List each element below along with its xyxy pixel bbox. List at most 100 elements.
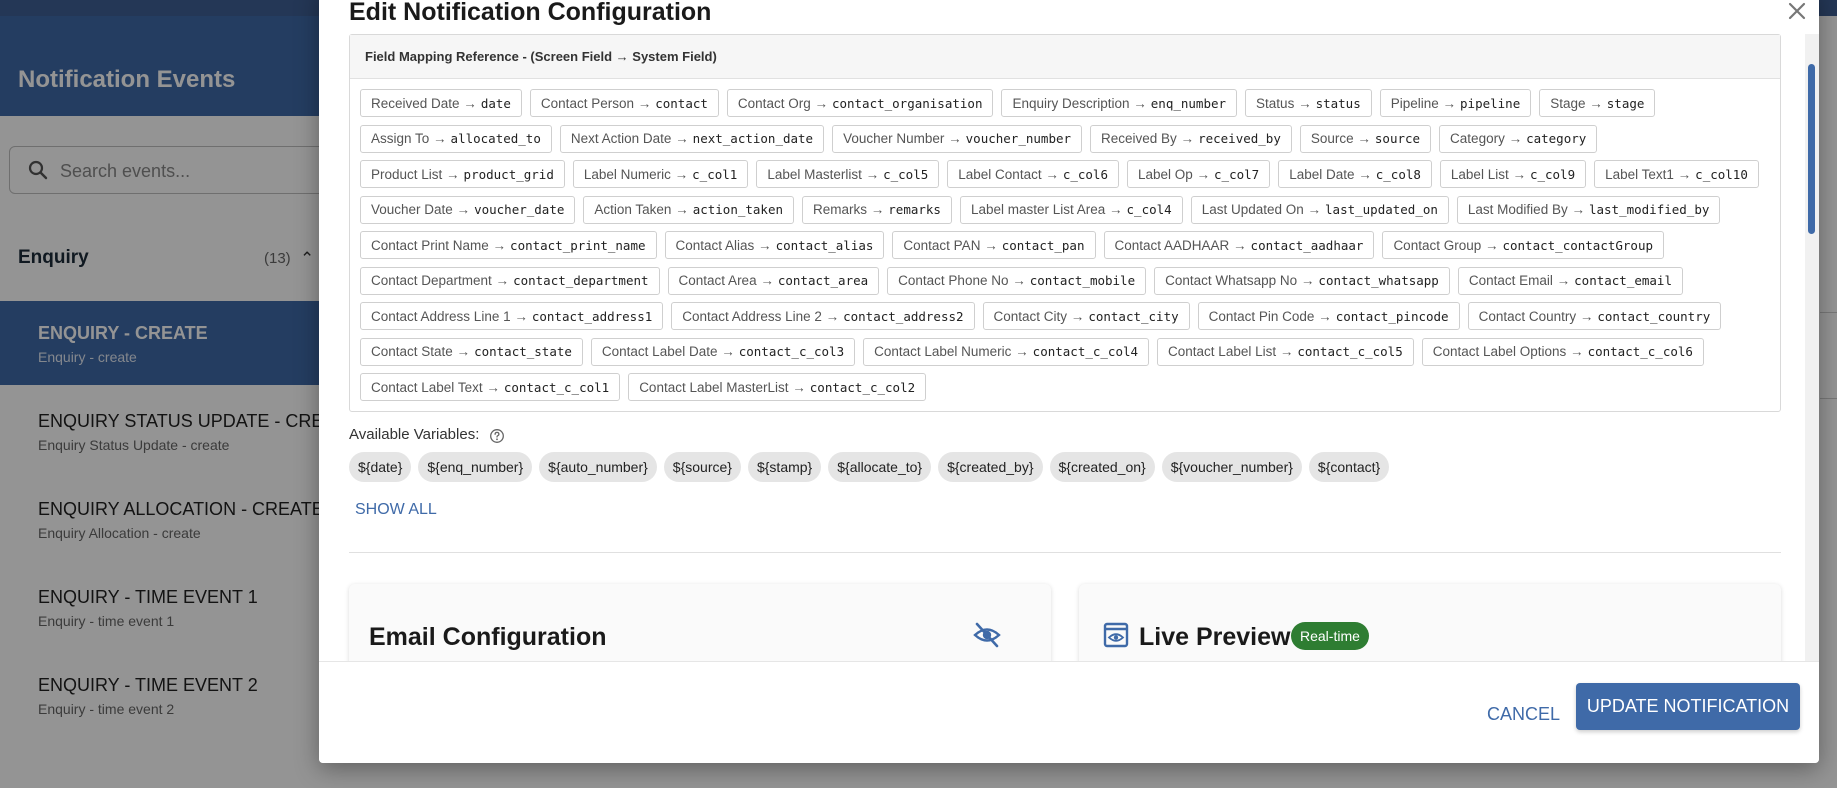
field-mapping-chip: Next Action Date → next_action_date xyxy=(559,124,825,153)
system-field-label: contact_whatsapp xyxy=(1318,273,1439,288)
system-field-label: contact_c_col5 xyxy=(1297,344,1403,359)
show-all-button[interactable]: SHOW ALL xyxy=(355,501,437,519)
field-mapping-chip: Label Masterlist → c_col5 xyxy=(756,160,940,188)
system-field-label: contact_email xyxy=(1574,273,1672,288)
variable-chip[interactable]: ${contact} xyxy=(1308,452,1390,482)
field-mapping-chip: Voucher Date → voucher_date xyxy=(360,195,576,224)
modal-footer: CANCEL UPDATE NOTIFICATION xyxy=(319,661,1819,763)
field-mapping-chip: Stage → stage xyxy=(1539,89,1656,117)
system-field-label: last_modified_by xyxy=(1588,202,1710,217)
field-mapping-chip: Last Modified By → last_modified_by xyxy=(1456,195,1721,224)
available-variables-label: Available Variables: xyxy=(349,426,480,443)
field-mapping-chip: Contact Label Date → contact_c_col3 xyxy=(590,337,856,366)
field-mapping-chip: Remarks → remarks xyxy=(802,195,952,224)
variable-chip[interactable]: ${created_on} xyxy=(1049,452,1155,482)
system-field-label: contact_c_col3 xyxy=(738,344,845,359)
screen-field-label: Label Numeric → xyxy=(583,166,689,182)
field-mapping-chip: Contact Print Name → contact_print_name xyxy=(360,231,657,259)
variable-chip[interactable]: ${date} xyxy=(349,452,412,482)
field-mapping-chip: Pipeline → pipeline xyxy=(1379,89,1532,117)
screen-field-label: Contact Address Line 2 → xyxy=(682,308,840,324)
field-mapping-chip: Assign To → allocated_to xyxy=(360,124,552,153)
screen-field-label: Last Modified By → xyxy=(1467,202,1585,217)
screen-field-label: Voucher Number → xyxy=(843,131,962,146)
system-field-label: contact_pincode xyxy=(1335,308,1449,324)
live-preview-card: Live Preview Real-time xyxy=(1079,584,1781,661)
variable-chip[interactable]: ${allocate_to} xyxy=(828,452,932,482)
field-mapping-chip: Contact State → contact_state xyxy=(360,337,583,366)
field-mapping-chip: Label Text1 → c_col10 xyxy=(1594,160,1759,188)
screen-field-label: Enquiry Description → xyxy=(1012,95,1147,111)
update-notification-button[interactable]: UPDATE NOTIFICATION xyxy=(1576,683,1800,730)
field-mapping-chip: Contact Email → contact_email xyxy=(1457,266,1683,295)
screen-field-label: Contact Department → xyxy=(371,273,510,288)
field-mapping-chip: Label Contact → c_col6 xyxy=(947,160,1119,188)
field-mapping-chip: Contact Pin Code → contact_pincode xyxy=(1197,302,1460,330)
modal-title: Edit Notification Configuration xyxy=(349,0,712,26)
variable-chip[interactable]: ${source} xyxy=(663,452,741,482)
system-field-label: category xyxy=(1526,131,1587,146)
system-field-label: contact_address2 xyxy=(843,308,964,324)
email-configuration-title: Email Configuration xyxy=(369,623,607,651)
screen-field-label: Contact Label Options → xyxy=(1432,344,1584,359)
variable-chip[interactable]: ${voucher_number} xyxy=(1161,452,1302,482)
system-field-label: contact_aadhaar xyxy=(1250,237,1364,253)
screen-field-label: Action Taken → xyxy=(594,202,689,217)
cancel-button[interactable]: CANCEL xyxy=(1479,696,1568,732)
variable-chip[interactable]: ${created_by} xyxy=(938,452,1043,482)
system-field-label: stage xyxy=(1606,95,1645,111)
eye-off-icon[interactable] xyxy=(972,620,1002,650)
system-field-label: voucher_number xyxy=(965,131,1072,146)
screen-field-label: Next Action Date → xyxy=(570,131,689,146)
field-mapping-chip: Contact Area → contact_area xyxy=(667,266,880,295)
variable-chip[interactable]: ${stamp} xyxy=(747,452,822,482)
system-field-label: contact_state xyxy=(474,344,572,359)
screen-field-label: Contact Person → xyxy=(540,95,652,111)
help-circle-icon[interactable] xyxy=(489,428,505,444)
system-field-label: c_col1 xyxy=(692,166,738,182)
system-field-label: c_col8 xyxy=(1375,166,1421,182)
screen-field-label: Contact Label Date → xyxy=(601,344,735,359)
field-mapping-chip: Contact Address Line 1 → contact_address1 xyxy=(360,302,664,330)
screen-field-label: Label List → xyxy=(1450,166,1526,182)
screen-field-label: Assign To → xyxy=(371,131,447,146)
variable-chip[interactable]: ${enq_number} xyxy=(418,452,533,482)
variable-chip[interactable]: ${auto_number} xyxy=(539,452,657,482)
modal-content: Field Mapping Reference - (Screen Field … xyxy=(319,34,1819,661)
close-icon[interactable] xyxy=(1782,0,1812,26)
field-mapping-chip: Contact PAN → contact_pan xyxy=(892,231,1096,259)
field-mapping-chip: Last Updated On → last_updated_on xyxy=(1190,195,1449,224)
field-mapping-chip: Contact Whatsapp No → contact_whatsapp xyxy=(1154,266,1450,295)
screen-field-label: Voucher Date → xyxy=(371,202,471,217)
screen-field-label: Received By → xyxy=(1101,131,1195,146)
field-mapping-list: Received Date → date Contact Person → conta… xyxy=(350,79,1780,409)
screen-field-label: Contact Address Line 1 → xyxy=(371,308,528,324)
screen-field-label: Contact Country → xyxy=(1478,308,1594,324)
field-mapping-chip: Contact Label Numeric → contact_c_col4 xyxy=(863,337,1150,366)
system-field-label: date xyxy=(480,95,511,111)
system-field-label: voucher_date xyxy=(474,202,565,217)
system-field-label: remarks xyxy=(888,202,941,217)
screen-field-label: Remarks → xyxy=(813,202,885,217)
email-configuration-card: Email Configuration xyxy=(349,584,1051,661)
field-mapping-chip: Label List → c_col9 xyxy=(1439,160,1587,188)
system-field-label: c_col7 xyxy=(1214,166,1260,182)
field-mapping-title: Field Mapping Reference - (Screen Field … xyxy=(350,35,1780,79)
screen-field-label: Stage → xyxy=(1550,95,1603,111)
screen-field-label: Contact Label Numeric → xyxy=(874,344,1029,359)
field-mapping-chip: Contact Phone No → contact_mobile xyxy=(887,266,1147,295)
system-field-label: contact_alias xyxy=(775,237,874,253)
system-field-label: contact_c_col2 xyxy=(809,379,916,395)
screen-field-label: Contact State → xyxy=(371,344,471,359)
system-field-label: next_action_date xyxy=(692,131,814,146)
screen-field-label: Source → xyxy=(1310,131,1371,146)
system-field-label: contact_organisation xyxy=(831,95,983,111)
screen-field-label: Contact Whatsapp No → xyxy=(1165,273,1315,288)
screen-field-label: Category → xyxy=(1450,131,1523,146)
system-field-label: contact_c_col4 xyxy=(1032,344,1139,359)
screen-field-label: Label Text1 → xyxy=(1605,166,1692,182)
modal-scrollbar-thumb[interactable] xyxy=(1808,64,1815,234)
system-field-label: last_updated_on xyxy=(1325,202,1438,217)
system-field-label: contact_c_col6 xyxy=(1587,344,1693,359)
field-mapping-chip: Action Taken → action_taken xyxy=(583,195,794,224)
